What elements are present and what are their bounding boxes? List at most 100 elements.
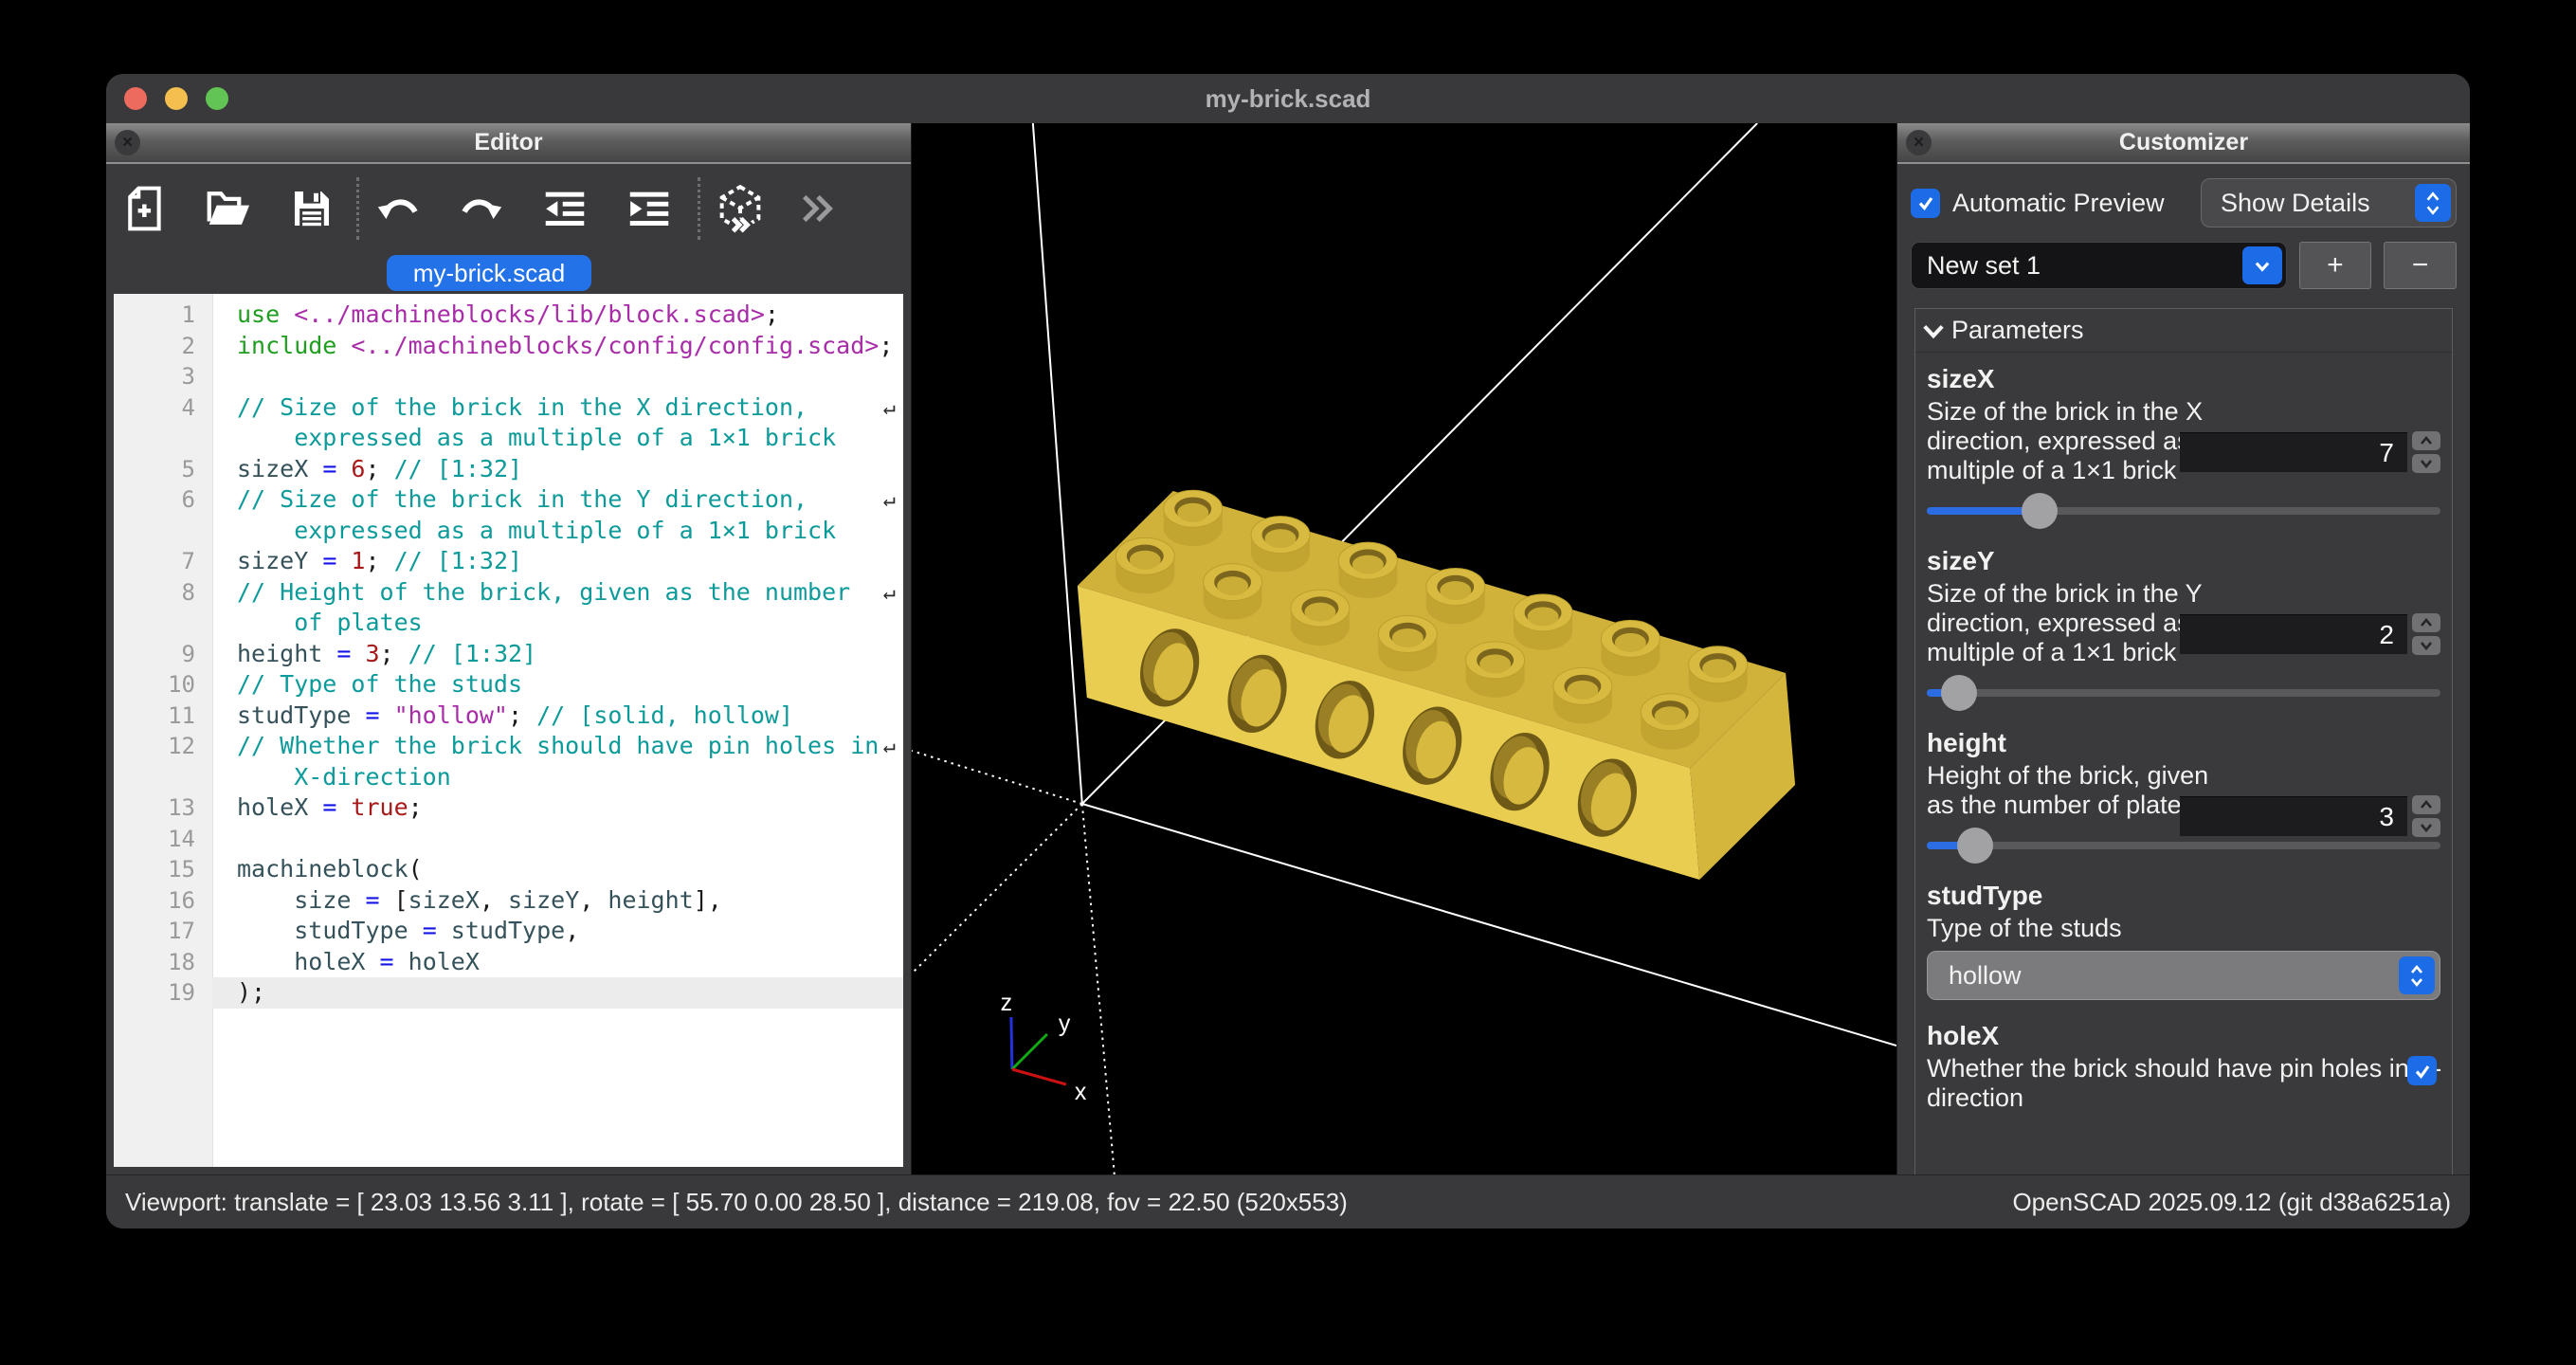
height-slider-handle[interactable] xyxy=(1957,828,1993,864)
viewport-status-text: Viewport: translate = [ 23.03 13.56 3.11… xyxy=(125,1188,1348,1217)
code-row[interactable]: 15machineblock( xyxy=(114,854,903,885)
height-spin-up[interactable] xyxy=(2412,795,2440,814)
main-area: × Editor xyxy=(106,123,2470,1174)
status-bar: Viewport: translate = [ 23.03 13.56 3.11… xyxy=(106,1174,2470,1228)
customizer-body: Automatic Preview Show Details New set 1 xyxy=(1897,164,2470,1174)
redo-button[interactable] xyxy=(456,181,507,236)
line-number: 3 xyxy=(114,361,212,392)
stud xyxy=(1116,537,1174,593)
holeX-checkbox[interactable] xyxy=(2407,1056,2437,1085)
holeX-label: holeX xyxy=(1927,1021,2440,1051)
preset-select[interactable]: New set 1 xyxy=(1911,242,2287,289)
code-line-text: machineblock( xyxy=(212,854,903,885)
code-row[interactable]: 14 xyxy=(114,824,903,855)
parameters-header[interactable]: Parameters xyxy=(1915,309,2452,353)
code-row[interactable]: 16 size = [sizeX, sizeY, height], xyxy=(114,885,903,917)
preset-row: New set 1 + − xyxy=(1911,242,2457,289)
indent-button[interactable] xyxy=(623,181,674,236)
automatic-preview-label: Automatic Preview xyxy=(1952,189,2165,218)
code-row[interactable]: 1use <../machineblocks/lib/block.scad>; xyxy=(114,300,903,331)
toolbar-separator xyxy=(698,177,700,240)
add-preset-button[interactable]: + xyxy=(2299,242,2372,289)
code-row[interactable]: 10// Type of the studs xyxy=(114,669,903,701)
customizer-close-icon[interactable]: × xyxy=(1906,130,1932,155)
sizeY-slider-handle[interactable] xyxy=(1941,675,1977,711)
code-line-text xyxy=(212,824,903,855)
chevron-down-icon xyxy=(2242,246,2282,284)
sizeX-value-input[interactable]: 7 xyxy=(2180,432,2407,472)
sizeX-label: sizeX xyxy=(1927,364,2440,394)
code-row[interactable]: expressed as a multiple of a 1×1 brick xyxy=(114,516,903,547)
sizeY-spin-up[interactable] xyxy=(2412,613,2440,632)
brick-model[interactable] xyxy=(1078,490,1795,880)
code-row[interactable]: 17 studType = studType, xyxy=(114,916,903,947)
remove-preset-button[interactable]: − xyxy=(2384,242,2457,289)
code-editor[interactable]: 1use <../machineblocks/lib/block.scad>;2… xyxy=(106,294,911,1174)
code-row[interactable]: 2include <../machineblocks/config/config… xyxy=(114,331,903,362)
zoom-window-button[interactable] xyxy=(206,87,228,110)
height-label: height xyxy=(1927,728,2440,758)
sizeX-spin-down[interactable] xyxy=(2412,454,2440,473)
toolbar-overflow-button[interactable] xyxy=(799,187,841,230)
unindent-button[interactable] xyxy=(539,181,590,236)
sizeX-slider[interactable] xyxy=(1927,491,2440,531)
code-row[interactable]: 3 xyxy=(114,361,903,392)
line-number: 18 xyxy=(114,947,212,978)
code-row[interactable]: 12// Whether the brick should have pin h… xyxy=(114,731,903,762)
sizeX-spin-up[interactable] xyxy=(2412,431,2440,450)
new-file-icon xyxy=(119,183,171,234)
code-row[interactable]: 8// Height of the brick, given as the nu… xyxy=(114,577,903,609)
code-row[interactable]: 11studType = "hollow"; // [solid, hollow… xyxy=(114,701,903,732)
code-line-text: size = [sizeX, sizeY, height], xyxy=(212,885,903,917)
code-area[interactable]: 1use <../machineblocks/lib/block.scad>;2… xyxy=(114,294,903,1167)
code-row[interactable]: of plates xyxy=(114,608,903,639)
show-details-select[interactable]: Show Details xyxy=(2201,178,2457,228)
minimize-window-button[interactable] xyxy=(165,87,188,110)
sizeY-slider[interactable] xyxy=(1927,673,2440,713)
sizeY-spin-down[interactable] xyxy=(2412,636,2440,655)
sizeX-slider-handle[interactable] xyxy=(2022,493,2058,529)
code-row[interactable]: expressed as a multiple of a 1×1 brick xyxy=(114,423,903,454)
open-file-button[interactable] xyxy=(203,181,254,236)
studType-select[interactable]: hollow xyxy=(1927,951,2440,1000)
x-axis-label: x xyxy=(1075,1079,1087,1105)
editor-close-icon[interactable]: × xyxy=(115,130,140,155)
code-line-text: // Size of the brick in the Y direction, xyxy=(212,484,903,516)
code-row[interactable]: 13holeX = true; xyxy=(114,792,903,824)
code-line-text: holeX = holeX xyxy=(212,947,903,978)
stud xyxy=(1641,694,1699,750)
window-titlebar[interactable]: my-brick.scad xyxy=(106,74,2470,123)
sizeY-value-input[interactable]: 2 xyxy=(2180,614,2407,654)
render-preview-button[interactable] xyxy=(714,181,767,236)
code-row[interactable]: 19); xyxy=(114,977,903,1009)
y-axis-label: y xyxy=(1059,1010,1071,1037)
undo-button[interactable] xyxy=(372,181,424,236)
editor-toolbar xyxy=(106,164,911,252)
close-window-button[interactable] xyxy=(124,87,147,110)
code-row[interactable]: 9height = 3; // [1:32] xyxy=(114,639,903,670)
line-number xyxy=(114,423,212,454)
line-number: 13 xyxy=(114,792,212,824)
code-line-text: expressed as a multiple of a 1×1 brick xyxy=(212,516,903,547)
code-row[interactable]: 5sizeX = 6; // [1:32] xyxy=(114,454,903,485)
code-row[interactable]: 6// Size of the brick in the Y direction… xyxy=(114,484,903,516)
code-row[interactable]: 18 holeX = holeX xyxy=(114,947,903,978)
new-file-button[interactable] xyxy=(119,181,171,236)
3d-viewport[interactable]: zyx xyxy=(911,123,1897,1174)
height-slider[interactable] xyxy=(1927,826,2440,865)
customizer-panel-header: × Customizer xyxy=(1897,123,2470,164)
stud xyxy=(1553,667,1612,723)
line-number: 7 xyxy=(114,546,212,577)
studType-value: hollow xyxy=(1949,961,2022,991)
code-row[interactable]: 7sizeY = 1; // [1:32] xyxy=(114,546,903,577)
code-row[interactable]: X-direction xyxy=(114,762,903,793)
updown-chevrons-icon xyxy=(2415,184,2451,222)
tab-my-brick[interactable]: my-brick.scad xyxy=(387,255,591,291)
param-sizeX: sizeX Size of the brick in the X directi… xyxy=(1915,353,2452,535)
undo-icon xyxy=(372,183,424,234)
save-button[interactable] xyxy=(286,181,337,236)
automatic-preview-checkbox[interactable] xyxy=(1911,189,1940,218)
editor-panel-title: Editor xyxy=(106,129,911,156)
code-row[interactable]: 4// Size of the brick in the X direction… xyxy=(114,392,903,424)
code-line-text: holeX = true; xyxy=(212,792,903,824)
